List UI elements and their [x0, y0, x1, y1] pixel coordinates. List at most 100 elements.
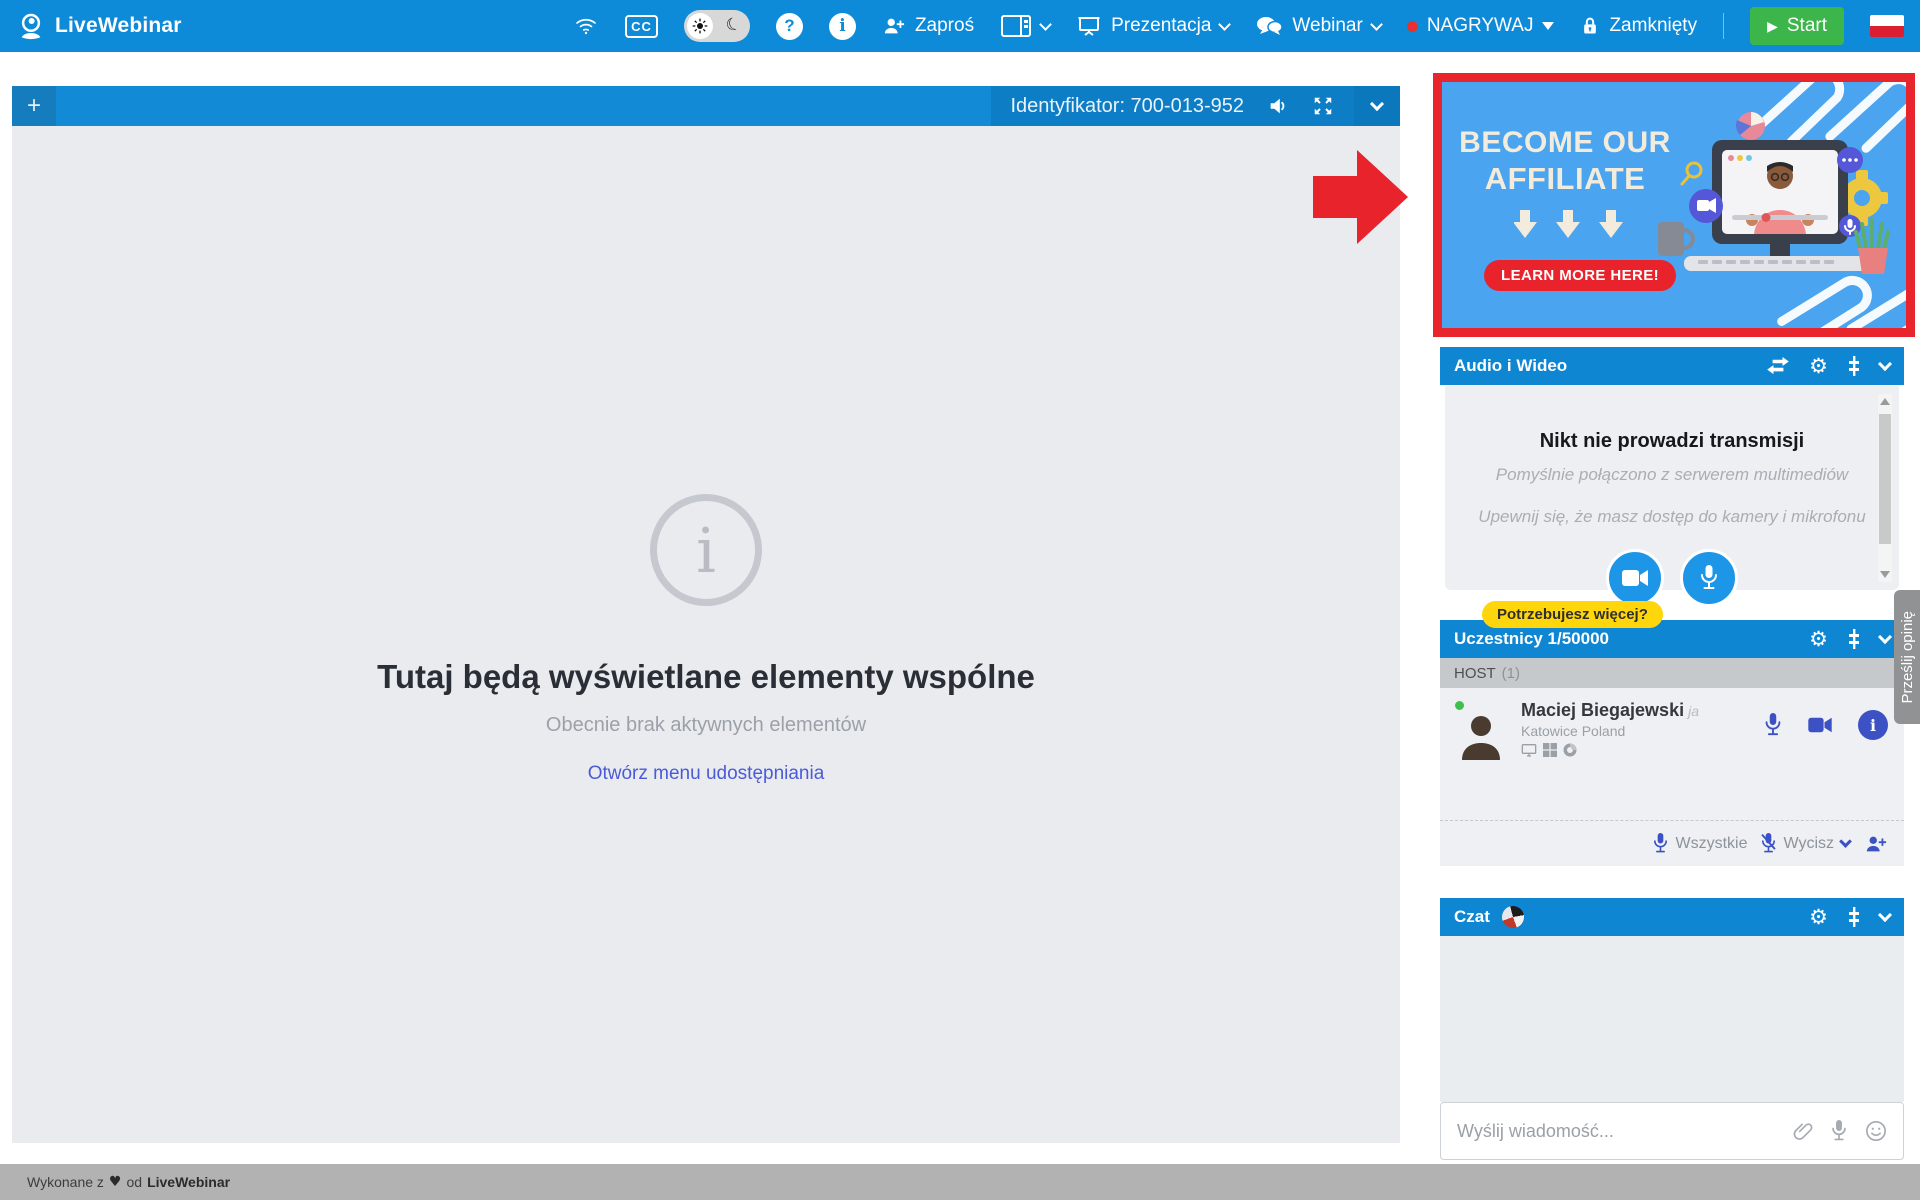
start-camera-button[interactable]: [1606, 549, 1664, 607]
swap-streams-icon[interactable]: [1767, 357, 1789, 375]
sun-icon: [687, 13, 713, 39]
panel-settings-slider-icon[interactable]: [1848, 356, 1860, 376]
host-group-count: (1): [1502, 665, 1520, 682]
closed-captions-button[interactable]: CC: [625, 15, 658, 38]
online-status-dot: [1453, 699, 1466, 712]
made-with-text: Wykonane z: [27, 1174, 104, 1190]
start-microphone-button[interactable]: [1680, 549, 1738, 607]
record-dot-icon: [1407, 21, 1418, 32]
scroll-up-icon: [1880, 398, 1890, 405]
start-button[interactable]: ▶ Start: [1750, 7, 1844, 45]
person-add-icon: [882, 15, 906, 37]
question-icon: ?: [776, 13, 803, 40]
send-feedback-tab[interactable]: Prześlij opinię: [1894, 590, 1920, 724]
panel-scrollbar[interactable]: [1878, 394, 1892, 582]
connected-text: Pomyślnie połączono z serwerem multimedi…: [1445, 465, 1899, 485]
participant-row[interactable]: Maciej Biegajewskija Katowice Poland: [1440, 688, 1904, 757]
volume-icon[interactable]: [1266, 95, 1290, 117]
person-add-icon: [1864, 833, 1888, 855]
participants-panel: Uczestnicy 1/50000 ⚙ HOST (1): [1440, 620, 1904, 866]
participant-mic-button[interactable]: [1764, 713, 1782, 737]
bottombar: Wykonane z ♥ od LiveWebinar: [0, 1164, 1920, 1200]
scrollbar-thumb[interactable]: [1879, 414, 1891, 544]
emoji-icon[interactable]: [1865, 1120, 1887, 1142]
participant-location: Katowice Poland: [1521, 723, 1699, 739]
caret-down-icon: [1542, 22, 1554, 30]
microphone-muted-icon: [1761, 833, 1776, 854]
microphone-icon: [1653, 833, 1668, 854]
add-participant-button[interactable]: [1864, 833, 1888, 855]
participants-list: Maciej Biegajewskija Katowice Poland: [1440, 688, 1904, 820]
gear-icon[interactable]: ⚙: [1809, 354, 1828, 378]
gear-icon[interactable]: ⚙: [1809, 627, 1828, 651]
host-group-bar: HOST (1): [1440, 658, 1904, 688]
logo[interactable]: LiveWebinar: [16, 11, 182, 41]
all-label: Wszystkie: [1675, 835, 1747, 853]
fullscreen-icon[interactable]: [1312, 95, 1334, 117]
affiliate-banner-ad[interactable]: BECOME OUR AFFILIATE LEARN MORE HERE!: [1433, 73, 1915, 337]
panel-settings-slider-icon[interactable]: [1848, 629, 1860, 649]
chat-translation-icon[interactable]: [1499, 904, 1526, 931]
info-button[interactable]: i: [829, 13, 856, 40]
audio-video-panel: Audio i Wideo ⚙ Nikt nie prowadzi: [1440, 347, 1904, 590]
learn-more-button[interactable]: LEARN MORE HERE!: [1484, 260, 1676, 291]
topbar-controls: CC ☾ ? i: [573, 7, 1904, 45]
collapse-panel-icon[interactable]: [1878, 356, 1892, 370]
webinar-label: Webinar: [1292, 15, 1362, 37]
webcam-logo-icon: [16, 11, 46, 41]
help-button[interactable]: ?: [776, 13, 803, 40]
gear-icon[interactable]: ⚙: [1809, 905, 1828, 929]
host-group-label: HOST: [1454, 665, 1496, 682]
mute-label: Wycisz: [1783, 835, 1834, 853]
chat-header: Czat ⚙: [1440, 898, 1904, 936]
unmute-all-button[interactable]: Wszystkie: [1653, 833, 1747, 854]
audio-video-content: Nikt nie prowadzi transmisji Pomyślnie p…: [1445, 386, 1899, 590]
chat-message-input[interactable]: [1457, 1121, 1775, 1142]
microphone-icon: [1700, 565, 1718, 591]
participant-info-button[interactable]: i: [1858, 710, 1888, 740]
camera-icon: [1622, 568, 1648, 588]
info-circle-icon: i: [650, 494, 762, 606]
open-share-menu-link[interactable]: Otwórz menu udostępniania: [588, 763, 825, 785]
topbar: LiveWebinar CC ☾: [0, 0, 1920, 52]
record-button[interactable]: NAGRYWAJ: [1407, 15, 1555, 37]
connection-wifi-icon[interactable]: [573, 14, 599, 38]
need-more-badge[interactable]: Potrzebujesz więcej?: [1482, 601, 1663, 628]
mute-all-button[interactable]: Wycisz: [1761, 833, 1850, 854]
heart-icon: ♥: [109, 1174, 122, 1190]
audio-video-title: Audio i Wideo: [1454, 356, 1567, 376]
language-flag-poland[interactable]: [1870, 15, 1904, 37]
stage-collapse-button[interactable]: [1354, 86, 1400, 126]
add-content-tab[interactable]: +: [12, 86, 56, 126]
windows-os-icon: [1543, 743, 1557, 757]
stage-empty-subtitle: Obecnie brak aktywnych elementów: [546, 714, 866, 737]
lock-icon: [1580, 15, 1600, 37]
invite-button[interactable]: Zaproś: [882, 15, 974, 37]
participant-name: Maciej Biegajewski: [1521, 700, 1684, 720]
moon-icon: ☾: [723, 13, 744, 37]
stage-empty-title: Tutaj będą wyświetlane elementy wspólne: [377, 658, 1035, 696]
room-lock-status[interactable]: Zamknięty: [1580, 15, 1697, 37]
collapse-panel-icon[interactable]: [1878, 907, 1892, 921]
chat-input-bar: [1440, 1102, 1904, 1160]
panel-settings-slider-icon[interactable]: [1848, 907, 1860, 927]
cc-icon: CC: [625, 15, 658, 38]
layout-button[interactable]: [1000, 13, 1050, 39]
locked-label: Zamknięty: [1609, 15, 1697, 37]
theme-toggle[interactable]: ☾: [684, 10, 750, 42]
feedback-tab-label: Prześlij opinię: [1899, 611, 1916, 704]
voice-message-icon[interactable]: [1831, 1120, 1847, 1142]
webinar-button[interactable]: Webinar: [1255, 14, 1380, 38]
access-hint-text: Upewnij się, że masz dostęp do kamery i …: [1445, 507, 1899, 527]
chrome-browser-icon: [1563, 743, 1577, 757]
red-pointer-arrow: [1313, 150, 1408, 244]
collapse-panel-icon[interactable]: [1878, 629, 1892, 643]
chat-title: Czat: [1454, 907, 1490, 927]
presentation-screen-icon: [1076, 14, 1102, 38]
presentation-button[interactable]: Prezentacja: [1076, 14, 1229, 38]
chevron-down-icon: [1370, 96, 1384, 110]
record-label: NAGRYWAJ: [1427, 15, 1534, 37]
chat-panel: Czat ⚙: [1440, 898, 1904, 1160]
attach-file-icon[interactable]: [1793, 1120, 1813, 1142]
participant-camera-button[interactable]: [1808, 716, 1832, 734]
